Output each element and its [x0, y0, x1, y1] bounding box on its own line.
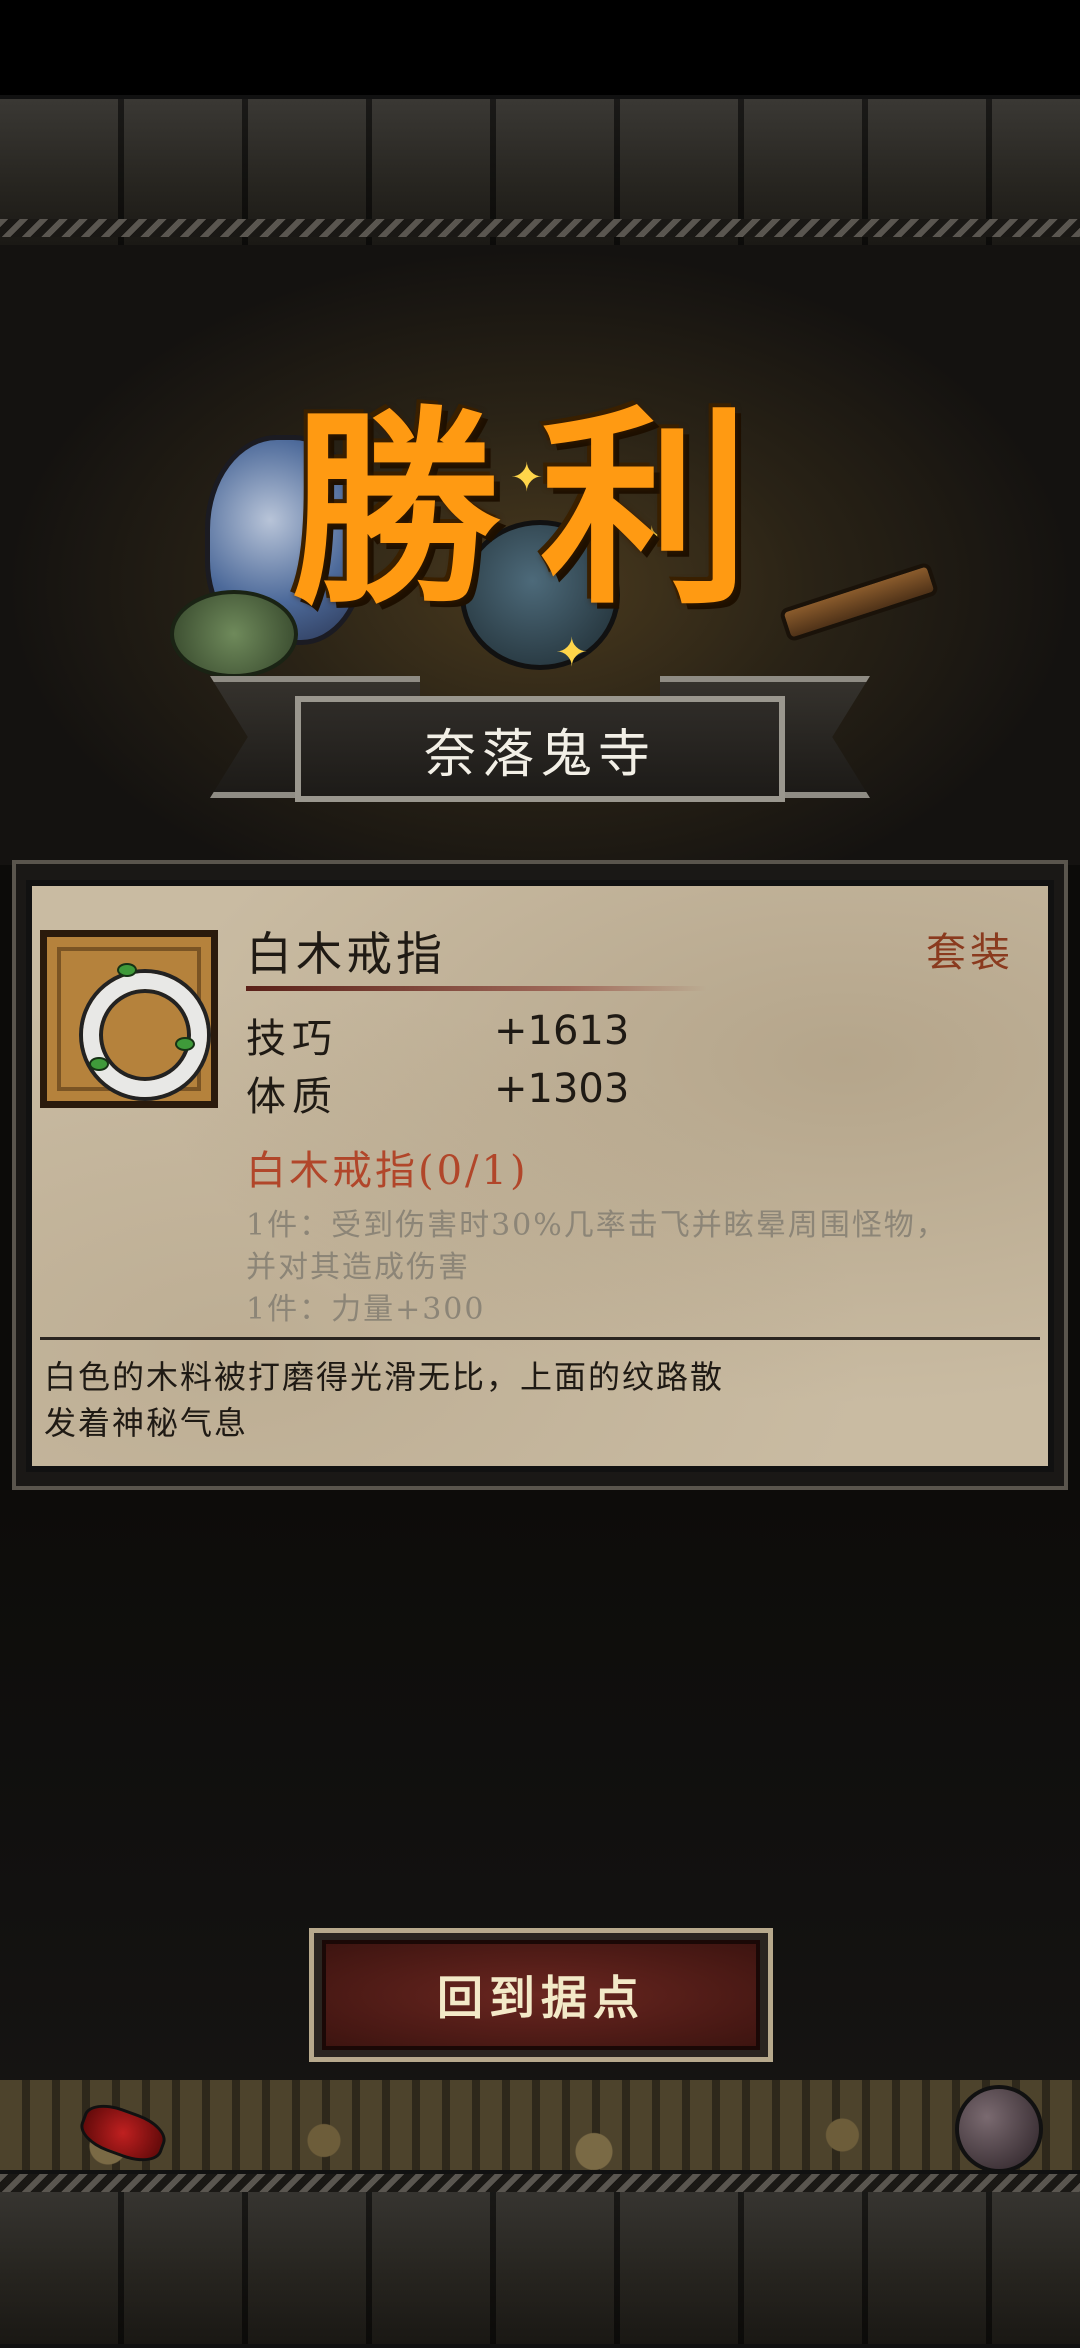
stage-name: 奈落鬼寺 — [423, 724, 656, 785]
set-bonus-line: 1件：受到伤害时30%几率击飞并眩晕周围怪物， — [246, 1208, 948, 1243]
set-bonus-line: 1件：力量+300 — [246, 1292, 486, 1327]
stat-value-constitution: +1303 — [494, 1066, 630, 1112]
white-wood-ring-icon — [83, 973, 207, 1097]
title-divider — [246, 986, 706, 991]
top-stone-border — [0, 95, 1080, 253]
stat-label-constitution: 体质 — [246, 1074, 338, 1120]
stat-label-dexterity: 技巧 — [246, 1016, 338, 1062]
return-to-base-button[interactable]: 回到据点 — [322, 1940, 760, 2050]
leaf-icon — [117, 963, 137, 977]
bottom-chain — [0, 2174, 1080, 2192]
bottom-stone-border — [0, 2170, 1080, 2348]
card-divider — [40, 1337, 1040, 1340]
stat-value-dexterity: +1613 — [494, 1008, 630, 1054]
dark-orb-icon — [955, 2085, 1043, 2173]
set-name: 白木戒指(0/1) — [246, 1148, 529, 1194]
victory-title: 勝利 — [289, 386, 790, 633]
leaf-icon — [175, 1037, 195, 1051]
flavor-text-line: 白色的木料被打磨得光滑无比，上面的纹路散 — [44, 1358, 725, 1396]
flavor-text-line: 发着神秘气息 — [44, 1404, 249, 1442]
status-bar-area — [0, 0, 1080, 95]
stage-name-banner: 奈落鬼寺 — [295, 696, 785, 802]
sparkle-icon: ✦ — [555, 630, 589, 676]
top-chain — [0, 219, 1080, 237]
lower-background — [0, 1490, 1080, 2170]
leaf-icon — [89, 1057, 109, 1071]
item-name: 白木戒指 — [246, 927, 446, 981]
item-icon-slot[interactable] — [40, 930, 218, 1108]
set-tag: 套装 — [926, 930, 1014, 976]
set-bonus-line: 并对其造成伤害 — [246, 1250, 470, 1285]
return-button-label: 回到据点 — [437, 1971, 645, 2025]
